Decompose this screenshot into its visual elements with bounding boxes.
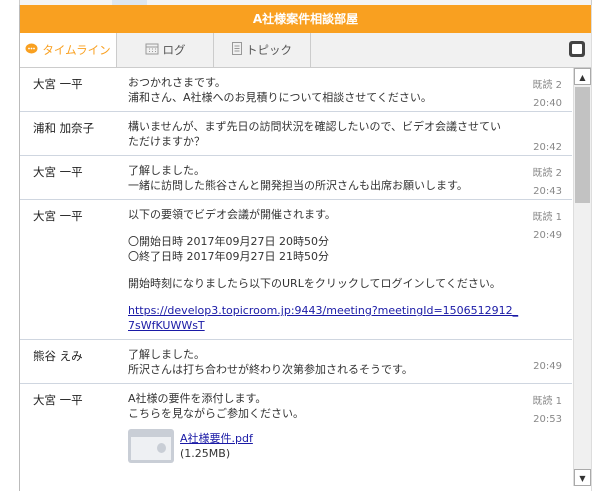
sender-name: 大宮 一平	[33, 209, 83, 223]
timestamp: 20:40	[533, 98, 562, 109]
timestamp: 20:49	[533, 361, 562, 372]
file-icon[interactable]	[128, 429, 174, 463]
meeting-link[interactable]: https://develop3.topicroom.jp:9443/meeti…	[128, 304, 518, 332]
tab-timeline[interactable]: タイムライン	[20, 33, 117, 67]
room-title: A社様案件相談部屋	[20, 5, 591, 33]
sender-name: 浦和 加奈子	[33, 121, 95, 135]
message-line: こちらを見ながらご参加ください。	[128, 407, 304, 420]
message-line: 了解しました。	[128, 348, 205, 361]
message-body: 以下の要領でビデオ会議が開催されます。 〇開始日時 2017年09月27日 20…	[128, 207, 518, 333]
message-body: おつかれさまです。浦和さん、A社様へのお見積りについて相談させてください。	[128, 75, 512, 105]
tab-label: タイムライン	[42, 43, 111, 57]
message-body: 構いませんが、まず先日の訪問状況を確認したいので、ビデオ会議させてい ただけますか…	[128, 119, 512, 149]
message-line: ただけますか？	[128, 135, 205, 148]
message-line: 〇終了日時 2017年09月27日 21時50分	[128, 250, 329, 263]
message-line: A社様の要件を添付します。	[128, 392, 267, 405]
sender-name: 大宮 一平	[33, 77, 83, 91]
message-line: 構いませんが、まず先日の訪問状況を確認したいので、ビデオ会議させてい	[128, 120, 502, 133]
file-size: (1.25MB)	[180, 447, 231, 460]
message-line: 一緒に訪問した熊谷さんと開発担当の所沢さんも出席お願いします。	[128, 179, 468, 192]
message-line: 了解しました。	[128, 164, 205, 177]
timestamp: 20:49	[533, 230, 562, 241]
message-row: 大宮 一平 了解しました。一緒に訪問した熊谷さんと開発担当の所沢さんも出席お願い…	[20, 156, 572, 200]
tab-label: トピック	[246, 43, 292, 57]
message-line: 開始時刻になりましたら以下のURLをクリックしてログインしてください。	[128, 277, 501, 290]
calendar-icon	[145, 43, 159, 58]
tab-bar: タイムライン ログ トピック	[20, 33, 591, 68]
file-attachment: A社様要件.pdf (1.25MB)	[128, 429, 512, 463]
timestamp: 20:42	[533, 142, 562, 153]
read-count[interactable]: 既読 1	[532, 393, 562, 411]
read-count[interactable]: 既読 2	[532, 77, 562, 95]
message-row: 大宮 一平 A社様の要件を添付します。こちらを見ながらご参加ください。 A社様要…	[20, 384, 572, 469]
message-line: 〇開始日時 2017年09月27日 20時50分	[128, 235, 329, 248]
message-row: 熊谷 えみ 了解しました。 所沢さんは打ち合わせが終わり次第参加されるそうです。 …	[20, 340, 572, 384]
message-row: 大宮 一平 以下の要領でビデオ会議が開催されます。 〇開始日時 2017年09月…	[20, 200, 572, 340]
scroll-up-arrow-icon[interactable]: ▲	[574, 68, 591, 85]
message-body: 了解しました。一緒に訪問した熊谷さんと開発担当の所沢さんも出席お願いします。	[128, 163, 512, 193]
message-list: 大宮 一平 おつかれさまです。浦和さん、A社様へのお見積りについて相談させてくだ…	[20, 68, 572, 486]
scrollbar[interactable]: ▲ ▼	[573, 68, 591, 486]
message-row: 大宮 一平 おつかれさまです。浦和さん、A社様へのお見積りについて相談させてくだ…	[20, 68, 572, 112]
read-count[interactable]: 既読 2	[532, 165, 562, 183]
tab-topic[interactable]: トピック	[214, 33, 311, 67]
message-line: おつかれさまです。	[128, 76, 226, 89]
sender-name: 大宮 一平	[33, 393, 83, 407]
message-line: 以下の要領でビデオ会議が開催されます。	[128, 208, 336, 221]
sender-name: 熊谷 えみ	[33, 349, 83, 363]
message-body: A社様の要件を添付します。こちらを見ながらご参加ください。 A社様要件.pdf (…	[128, 391, 512, 463]
speech-bubble-icon	[25, 43, 38, 58]
document-icon	[232, 42, 242, 58]
scroll-down-arrow-icon[interactable]: ▼	[574, 469, 591, 486]
timestamp: 20:43	[533, 186, 562, 197]
read-count[interactable]: 既読 1	[532, 209, 562, 227]
tab-log[interactable]: ログ	[117, 33, 214, 67]
message-body: 了解しました。所沢さんは打ち合わせが終わり次第参加されるそうです。	[128, 347, 512, 377]
file-link[interactable]: A社様要件.pdf	[180, 432, 253, 445]
message-line: 浦和さん、A社様へのお見積りについて相談させてください。	[128, 91, 432, 104]
message-line: 所沢さんは打ち合わせが終わり次第参加されるそうです。	[128, 363, 413, 376]
message-row: 浦和 加奈子 構いませんが、まず先日の訪問状況を確認したいので、ビデオ会議させて…	[20, 112, 572, 156]
sender-name: 大宮 一平	[33, 165, 83, 179]
tab-label: ログ	[162, 43, 186, 57]
new-post-button[interactable]	[569, 41, 585, 57]
chat-panel: A社様案件相談部屋 タイムライン ログ トピック 大宮 一平 おつかれさまです。…	[19, 5, 592, 491]
timestamp: 20:53	[533, 414, 562, 425]
scrollbar-thumb[interactable]	[575, 87, 590, 203]
